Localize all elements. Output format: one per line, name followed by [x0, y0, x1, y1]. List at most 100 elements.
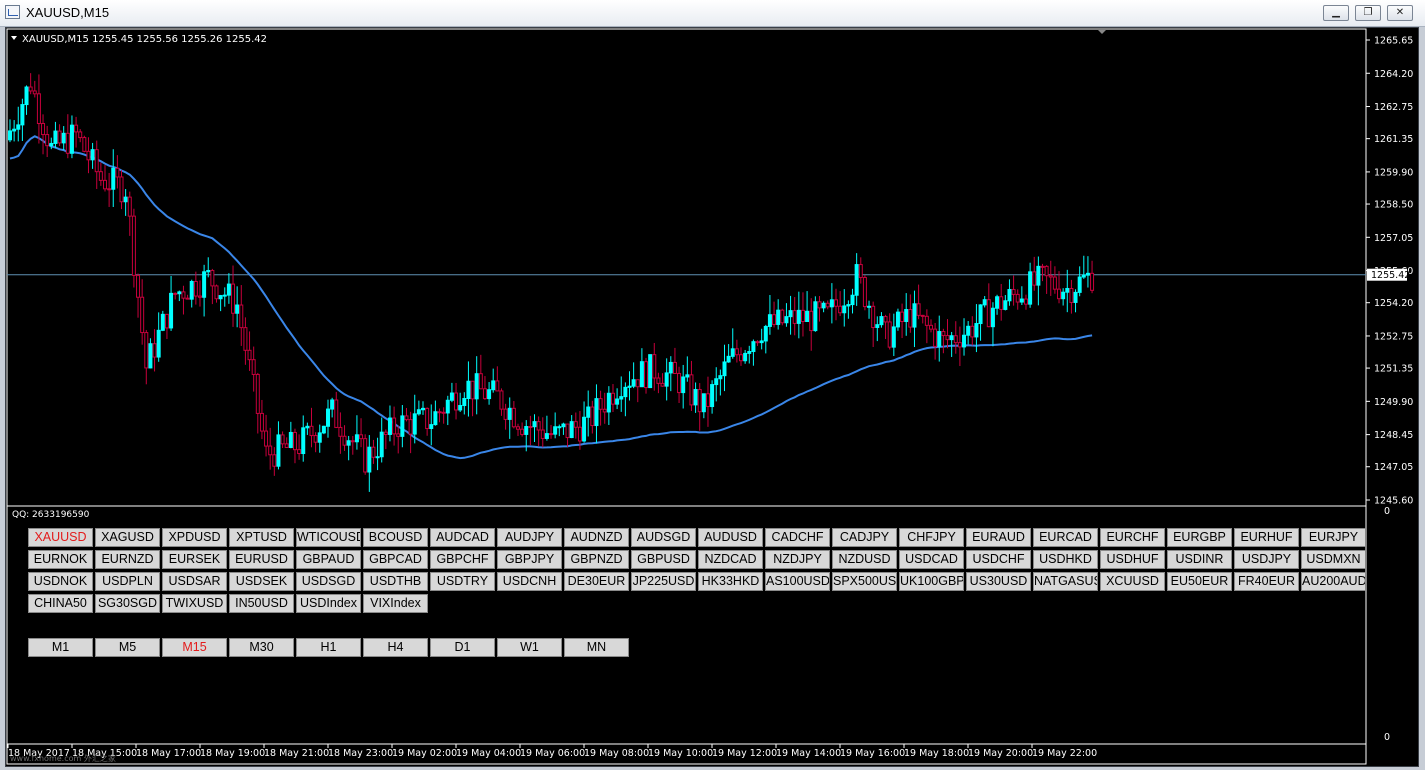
symbol-button-jp225usd[interactable]: JP225USD [631, 572, 696, 591]
symbol-button-usdcnh[interactable]: USDCNH [497, 572, 562, 591]
symbol-button-natgasusd[interactable]: NATGASUSD [1033, 572, 1098, 591]
symbol-button-chfjpy[interactable]: CHFJPY [899, 528, 964, 547]
symbol-button-eurhuf[interactable]: EURHUF [1234, 528, 1299, 547]
timeframe-button-h1[interactable]: H1 [296, 638, 361, 657]
symbol-button-cadchf[interactable]: CADCHF [765, 528, 830, 547]
timeframe-button-m30[interactable]: M30 [229, 638, 294, 657]
minimize-button[interactable]: ▁ [1323, 5, 1349, 21]
symbol-button-wticousd[interactable]: WTICOUSD [296, 528, 361, 547]
symbol-button-usdthb[interactable]: USDTHB [363, 572, 428, 591]
candle-body [999, 296, 1004, 310]
symbol-button-nzdusd[interactable]: NZDUSD [832, 550, 897, 569]
symbol-button-spx500usd[interactable]: SPX500USD [832, 572, 897, 591]
timeframe-button-m5[interactable]: M5 [95, 638, 160, 657]
symbol-button-fr40eur[interactable]: FR40EUR [1234, 572, 1299, 591]
symbol-button-eurchf[interactable]: EURCHF [1100, 528, 1165, 547]
candle-body [98, 171, 103, 181]
symbol-button-in50usd[interactable]: IN50USD [229, 594, 294, 613]
symbol-button-cadjpy[interactable]: CADJPY [832, 528, 897, 547]
symbol-button-nzdcad[interactable]: NZDCAD [698, 550, 763, 569]
symbol-button-hk33hkd[interactable]: HK33HKD [698, 572, 763, 591]
symbol-button-audusd[interactable]: AUDUSD [698, 528, 763, 547]
candle-body [173, 292, 178, 295]
symbol-button-euraud[interactable]: EURAUD [966, 528, 1031, 547]
symbol-button-au200aud[interactable]: AU200AUD [1301, 572, 1366, 591]
symbol-button-usdchf[interactable]: USDCHF [966, 550, 1031, 569]
candle-body [297, 449, 302, 455]
symbol-button-eurusd[interactable]: EURUSD [229, 550, 294, 569]
candle-body [131, 215, 136, 276]
chart-window-icon [5, 5, 20, 19]
candle-body [685, 374, 690, 378]
candle-body [544, 433, 549, 439]
symbol-button-gbpcad[interactable]: GBPCAD [363, 550, 428, 569]
candle-body [437, 411, 442, 414]
symbol-button-eursek[interactable]: EURSEK [162, 550, 227, 569]
close-button[interactable]: ✕ [1387, 5, 1413, 21]
symbol-button-xauusd[interactable]: XAUUSD [28, 528, 93, 547]
symbol-button-xpdusd[interactable]: XPDUSD [162, 528, 227, 547]
symbol-button-usdsek[interactable]: USDSEK [229, 572, 294, 591]
timeframe-button-d1[interactable]: D1 [430, 638, 495, 657]
symbol-button-eurnok[interactable]: EURNOK [28, 550, 93, 569]
symbol-button-bcousd[interactable]: BCOUSD [363, 528, 428, 547]
symbol-button-audcad[interactable]: AUDCAD [430, 528, 495, 547]
symbol-button-gbpusd[interactable]: GBPUSD [631, 550, 696, 569]
symbol-button-usdpln[interactable]: USDPLN [95, 572, 160, 591]
symbol-button-us30usd[interactable]: US30USD [966, 572, 1031, 591]
timeframe-button-m15[interactable]: M15 [162, 638, 227, 657]
candle-body [598, 398, 603, 410]
candle-body [1048, 275, 1053, 278]
symbol-button-usdmxn[interactable]: USDMXN [1301, 550, 1366, 569]
symbol-button-usdnok[interactable]: USDNOK [28, 572, 93, 591]
candle-body [499, 390, 504, 410]
symbol-button-usdhkd[interactable]: USDHKD [1033, 550, 1098, 569]
symbol-button-xcuusd[interactable]: XCUUSD [1100, 572, 1165, 591]
candle-body [697, 389, 702, 413]
timeframe-button-w1[interactable]: W1 [497, 638, 562, 657]
timeframe-button-h4[interactable]: H4 [363, 638, 428, 657]
symbol-button-xagusd[interactable]: XAGUSD [95, 528, 160, 547]
symbol-button-usdsgd[interactable]: USDSGD [296, 572, 361, 591]
symbol-button-de30eur[interactable]: DE30EUR [564, 572, 629, 591]
symbol-button-gbpchf[interactable]: GBPCHF [430, 550, 495, 569]
candle-body [309, 425, 314, 437]
symbol-button-audsgd[interactable]: AUDSGD [631, 528, 696, 547]
candle-body [990, 307, 995, 328]
candle-body [524, 426, 529, 435]
symbol-button-eurgbp[interactable]: EURGBP [1167, 528, 1232, 547]
symbol-button-twixusd[interactable]: TWIXUSD [162, 594, 227, 613]
symbol-button-gbpaud[interactable]: GBPAUD [296, 550, 361, 569]
candle-body [511, 407, 516, 428]
symbol-button-nzdjpy[interactable]: NZDJPY [765, 550, 830, 569]
symbol-button-audnzd[interactable]: AUDNZD [564, 528, 629, 547]
timeframe-button-mn[interactable]: MN [564, 638, 629, 657]
symbol-button-gbpnzd[interactable]: GBPNZD [564, 550, 629, 569]
symbol-button-eu50eur[interactable]: EU50EUR [1167, 572, 1232, 591]
symbol-button-usdtry[interactable]: USDTRY [430, 572, 495, 591]
symbol-button-xptusd[interactable]: XPTUSD [229, 528, 294, 547]
candle-body [49, 142, 54, 147]
symbol-button-gbpjpy[interactable]: GBPJPY [497, 550, 562, 569]
candle-body [862, 277, 867, 308]
symbol-button-usdjpy[interactable]: USDJPY [1234, 550, 1299, 569]
symbol-button-usdcad[interactable]: USDCAD [899, 550, 964, 569]
symbol-button-eurjpy[interactable]: EURJPY [1301, 528, 1366, 547]
symbol-button-sg30sgd[interactable]: SG30SGD [95, 594, 160, 613]
candle-body [829, 299, 834, 308]
symbol-button-china50[interactable]: CHINA50 [28, 594, 93, 613]
symbol-button-usdhuf[interactable]: USDHUF [1100, 550, 1165, 569]
candle-body [152, 343, 157, 358]
symbol-button-usdinr[interactable]: USDINR [1167, 550, 1232, 569]
symbol-button-audjpy[interactable]: AUDJPY [497, 528, 562, 547]
restore-button[interactable]: ❐ [1355, 5, 1381, 21]
timeframe-button-m1[interactable]: M1 [28, 638, 93, 657]
candle-body [631, 379, 636, 387]
symbol-button-usdindex[interactable]: USDIndex [296, 594, 361, 613]
symbol-button-eurnzd[interactable]: EURNZD [95, 550, 160, 569]
symbol-button-as100usd[interactable]: AS100USD [765, 572, 830, 591]
symbol-button-vixindex[interactable]: VIXIndex [363, 594, 428, 613]
symbol-button-eurcad[interactable]: EURCAD [1033, 528, 1098, 547]
symbol-button-usdsar[interactable]: USDSAR [162, 572, 227, 591]
symbol-button-uk100gbp[interactable]: UK100GBP [899, 572, 964, 591]
